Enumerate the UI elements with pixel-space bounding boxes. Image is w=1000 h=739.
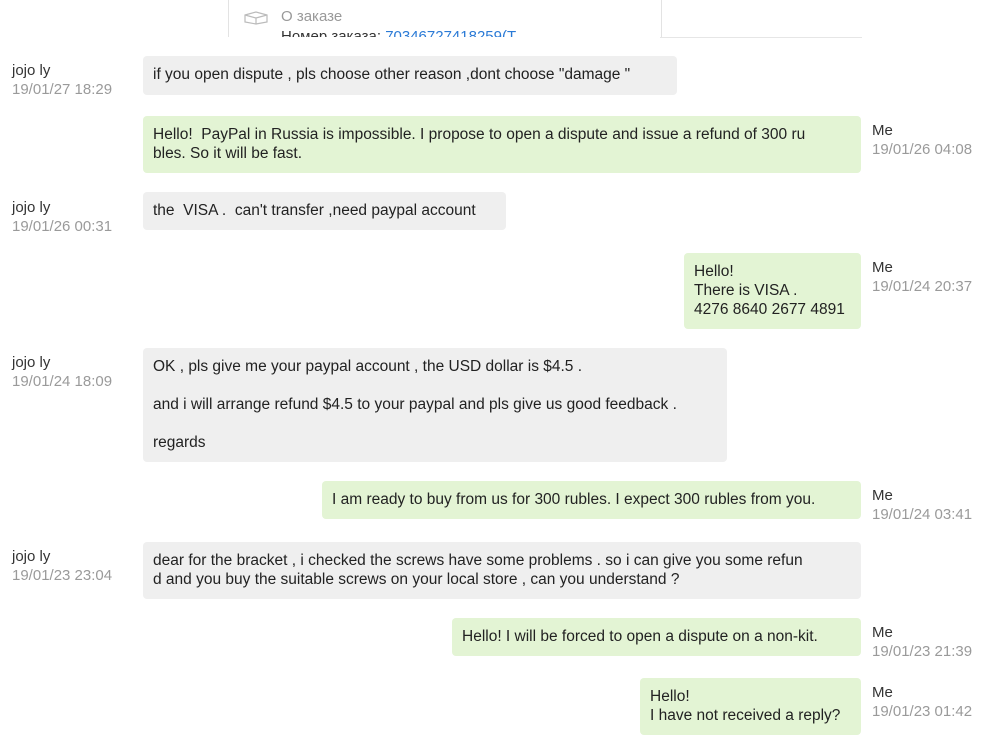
message-text: d and you buy the suitable screws on you… (153, 571, 680, 588)
message-bubble: Hello! I will be forced to open a disput… (452, 618, 861, 656)
sender-name: Me (872, 259, 893, 276)
divider (660, 37, 862, 38)
message-bubble: Hello! There is VISA . 4276 8640 2677 48… (684, 253, 861, 329)
sender-name: Me (872, 684, 893, 701)
message-timestamp: 19/01/23 23:04 (12, 567, 113, 584)
sender-name: jojo ly (12, 548, 51, 565)
message-bubble: the VISA . can't transfer ,need paypal a… (143, 192, 506, 230)
message-bubble: if you open dispute , pls choose other r… (143, 56, 677, 95)
message-text: bles. So it will be fast. (153, 145, 303, 162)
message-text: I have not received a reply? (650, 707, 841, 724)
message-text: if you open dispute , pls choose other r… (153, 66, 631, 83)
message-bubble: Hello! I have not received a reply? (640, 678, 861, 735)
sender-name: jojo ly (12, 62, 51, 79)
package-icon (244, 11, 268, 25)
message-text: and i will arrange refund $4.5 to your p… (153, 396, 677, 413)
message-text: Hello! (650, 688, 690, 705)
order-number-row: Номер заказа: 70346727418259(Т (281, 28, 516, 37)
sender-name: jojo ly (12, 354, 51, 371)
message-bubble: Hello! PayPal in Russia is impossible. I… (143, 116, 861, 173)
message-bubble: dear for the bracket , i checked the scr… (143, 542, 861, 599)
message-bubble: OK , pls give me your paypal account , t… (143, 348, 727, 462)
message-bubble: I am ready to buy from us for 300 rubles… (322, 481, 861, 519)
message-text: Hello! (694, 263, 734, 280)
message-text: dear for the bracket , i checked the scr… (153, 552, 803, 569)
sender-name: jojo ly (12, 199, 51, 216)
order-info-card: О заказе Номер заказа: 70346727418259(Т (228, 0, 662, 37)
message-text: regards (153, 434, 206, 451)
message-timestamp: 19/01/27 18:29 (12, 81, 113, 98)
message-text: Hello! PayPal in Russia is impossible. I… (153, 126, 806, 143)
message-text: Hello! I will be forced to open a disput… (462, 628, 818, 645)
message-timestamp: 19/01/24 03:41 (872, 506, 973, 523)
order-card-title: О заказе (281, 8, 343, 25)
message-timestamp: 19/01/26 04:08 (872, 141, 973, 158)
message-text: 4276 8640 2677 4891 (694, 301, 845, 318)
message-timestamp: 19/01/23 01:42 (872, 703, 973, 720)
sender-name: Me (872, 624, 893, 641)
message-text: OK , pls give me your paypal account , t… (153, 358, 583, 375)
message-timestamp: 19/01/24 20:37 (872, 278, 973, 295)
message-text: I am ready to buy from us for 300 rubles… (332, 491, 816, 508)
sender-name: Me (872, 122, 893, 139)
message-timestamp: 19/01/24 18:09 (12, 373, 113, 390)
order-number-link[interactable]: 70346727418259(Т (385, 28, 516, 37)
order-number-label: Номер заказа: (281, 28, 382, 37)
message-timestamp: 19/01/23 21:39 (872, 643, 973, 660)
message-text: the VISA . can't transfer ,need paypal a… (153, 202, 476, 219)
sender-name: Me (872, 487, 893, 504)
message-text: There is VISA . (694, 282, 798, 299)
message-timestamp: 19/01/26 00:31 (12, 218, 113, 235)
